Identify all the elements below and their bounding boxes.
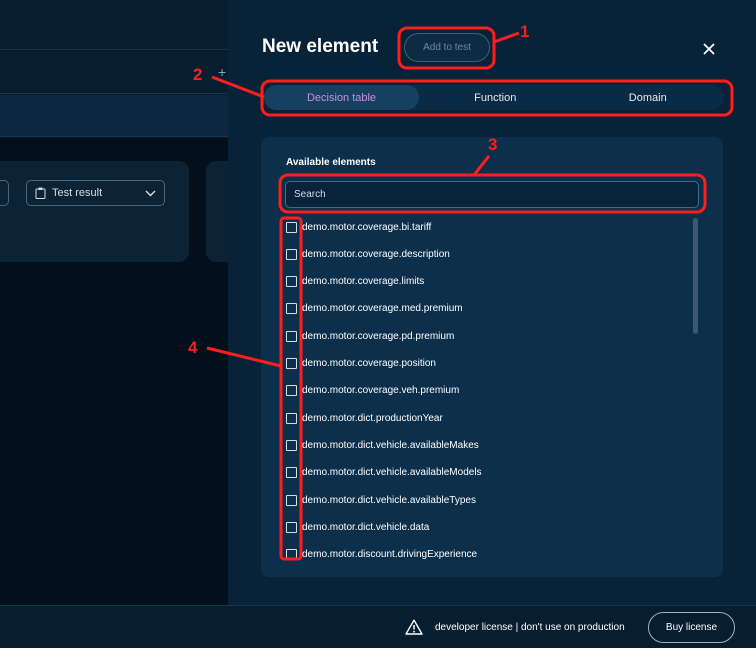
item-checkbox[interactable] bbox=[286, 412, 297, 424]
item-checkbox[interactable] bbox=[286, 521, 297, 533]
chevron-down-icon bbox=[145, 190, 156, 197]
list-item[interactable]: demo.motor.dict.vehicle.availableMakes bbox=[286, 437, 479, 453]
license-bar: developer license | don't use on product… bbox=[0, 605, 756, 648]
item-label: demo.motor.coverage.med.premium bbox=[302, 303, 463, 315]
test-result-select[interactable]: Test result bbox=[26, 180, 165, 206]
list-item[interactable]: demo.motor.coverage.position bbox=[286, 356, 436, 372]
list-item[interactable]: demo.motor.coverage.limits bbox=[286, 274, 424, 290]
item-label: demo.motor.dict.vehicle.data bbox=[302, 521, 430, 533]
item-label: demo.motor.dict.vehicle.availableTypes bbox=[302, 494, 476, 506]
list-item[interactable]: demo.motor.coverage.pd.premium bbox=[286, 328, 454, 344]
item-checkbox[interactable] bbox=[286, 358, 297, 369]
tab-decision-table[interactable]: Decision table bbox=[264, 85, 419, 110]
tab-domain[interactable]: Domain bbox=[572, 85, 725, 110]
add-to-test-button[interactable]: Add to test bbox=[404, 33, 490, 62]
item-label: demo.motor.dict.productionYear bbox=[302, 412, 443, 424]
item-label: demo.motor.coverage.limits bbox=[302, 276, 425, 288]
element-list: demo.motor.coverage.bi.tariff demo.motor.… bbox=[261, 214, 691, 560]
item-checkbox[interactable] bbox=[286, 467, 297, 479]
item-label: demo.motor.dict.vehicle.availableMakes bbox=[302, 439, 479, 451]
item-label: demo.motor.coverage.description bbox=[302, 248, 450, 260]
available-elements-label: Available elements bbox=[286, 157, 376, 168]
license-warning-text: developer license | don't use on product… bbox=[435, 622, 625, 633]
add-tab-icon[interactable]: + bbox=[218, 64, 226, 80]
list-item[interactable]: demo.motor.dict.vehicle.data bbox=[286, 519, 429, 535]
item-label: demo.motor.discount.drivingExperience bbox=[302, 549, 478, 560]
list-item[interactable]: demo.motor.coverage.bi.tariff bbox=[286, 219, 431, 235]
clipboard-icon bbox=[35, 187, 46, 199]
panel-title: New element bbox=[262, 36, 379, 57]
item-checkbox[interactable] bbox=[286, 439, 297, 451]
item-checkbox[interactable] bbox=[286, 385, 297, 397]
background-card bbox=[0, 161, 189, 262]
list-scrollbar[interactable] bbox=[693, 218, 698, 563]
item-label: demo.motor.coverage.veh.premium bbox=[302, 385, 460, 397]
available-elements-box: Available elements demo.motor.coverage.b… bbox=[261, 137, 723, 577]
background-card-secondary bbox=[206, 161, 228, 262]
item-checkbox[interactable] bbox=[286, 248, 297, 260]
item-checkbox[interactable] bbox=[286, 549, 297, 560]
background-toolbar bbox=[0, 95, 228, 137]
buy-license-button[interactable]: Buy license bbox=[648, 612, 735, 643]
list-item[interactable]: demo.motor.coverage.description bbox=[286, 246, 450, 262]
scrollbar-thumb[interactable] bbox=[693, 218, 698, 334]
warning-icon bbox=[405, 619, 423, 635]
list-item[interactable]: demo.motor.dict.productionYear bbox=[286, 410, 443, 426]
background-select-partial[interactable] bbox=[0, 180, 9, 206]
item-label: demo.motor.dict.vehicle.availableModels bbox=[302, 467, 482, 479]
item-checkbox[interactable] bbox=[286, 303, 297, 315]
item-checkbox[interactable] bbox=[286, 494, 297, 506]
item-label: demo.motor.coverage.bi.tariff bbox=[302, 221, 432, 233]
item-label: demo.motor.coverage.pd.premium bbox=[302, 330, 455, 342]
list-item[interactable]: demo.motor.discount.drivingExperience bbox=[286, 547, 477, 560]
background-app: Test result bbox=[0, 0, 228, 605]
item-checkbox[interactable] bbox=[286, 221, 297, 233]
list-item[interactable]: demo.motor.coverage.med.premium bbox=[286, 301, 463, 317]
new-element-panel: New element Add to test Decision table F… bbox=[228, 0, 756, 605]
tab-function[interactable]: Function bbox=[419, 85, 572, 110]
close-icon[interactable] bbox=[700, 40, 718, 58]
search-input[interactable] bbox=[285, 181, 699, 208]
item-label: demo.motor.coverage.position bbox=[302, 358, 436, 369]
list-item[interactable]: demo.motor.coverage.veh.premium bbox=[286, 383, 459, 399]
item-checkbox[interactable] bbox=[286, 276, 297, 288]
element-type-tabs: Decision table Function Domain bbox=[264, 85, 724, 110]
list-item[interactable]: demo.motor.dict.vehicle.availableTypes bbox=[286, 492, 476, 508]
list-item[interactable]: demo.motor.dict.vehicle.availableModels bbox=[286, 465, 482, 481]
test-result-select-label: Test result bbox=[52, 187, 103, 199]
background-top-bar bbox=[0, 0, 228, 50]
background-tab-bar bbox=[0, 51, 228, 94]
item-checkbox[interactable] bbox=[286, 330, 297, 342]
